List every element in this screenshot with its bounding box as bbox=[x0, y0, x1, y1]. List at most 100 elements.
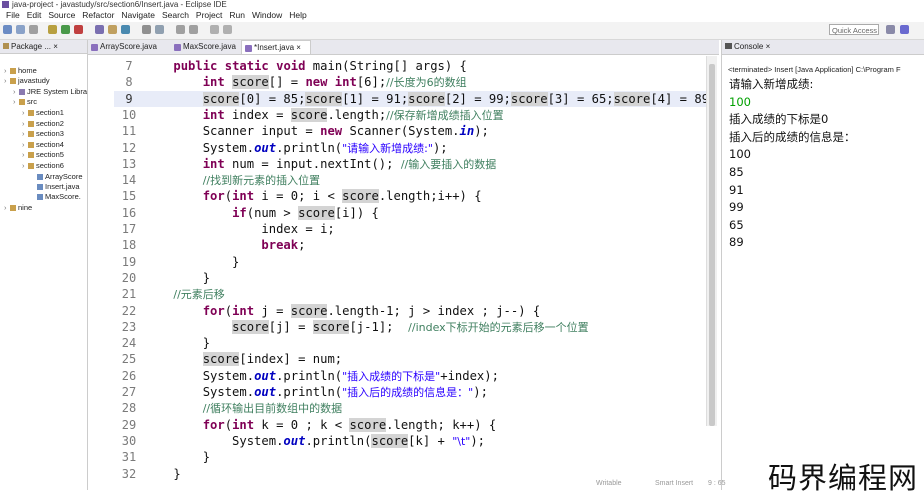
console-output-line: 插入成绩的下标是0 bbox=[729, 112, 829, 127]
quick-access-input[interactable]: Quick Access bbox=[829, 24, 879, 35]
code-line[interactable]: score[0] = 85;score[1] = 91;score[2] = 9… bbox=[144, 90, 712, 107]
tree-item[interactable]: › section4 bbox=[22, 140, 64, 150]
coverage-icon[interactable] bbox=[74, 25, 83, 34]
code-line[interactable]: } bbox=[144, 270, 210, 286]
tree-item[interactable]: › section2 bbox=[22, 119, 64, 129]
tree-item[interactable]: › section6 bbox=[22, 161, 64, 171]
tree-item-label: Insert.java bbox=[45, 182, 80, 191]
console-input-line: 100 bbox=[729, 94, 751, 109]
menu-run[interactable]: Run bbox=[229, 10, 245, 20]
code-line[interactable]: break; bbox=[144, 237, 305, 253]
cursor-position: 9 : 65 bbox=[708, 480, 726, 487]
tree-item[interactable]: › JRE System Libra bbox=[13, 87, 87, 97]
tree-item[interactable]: ArrayScore bbox=[31, 172, 83, 182]
line-number: 8 bbox=[125, 75, 133, 90]
code-line[interactable]: } bbox=[144, 466, 180, 482]
menu-help[interactable]: Help bbox=[289, 10, 306, 20]
code-area[interactable]: public static void main(String[] args) {… bbox=[144, 55, 712, 490]
menu-file[interactable]: File bbox=[6, 10, 20, 20]
code-line[interactable]: for(int k = 0 ; k < score.length; k++) { bbox=[144, 417, 496, 433]
code-line[interactable]: } bbox=[144, 254, 239, 270]
menu-refactor[interactable]: Refactor bbox=[82, 10, 114, 20]
tree-item[interactable]: › home bbox=[4, 66, 37, 76]
line-number: 14 bbox=[121, 173, 137, 188]
tree-item[interactable]: › section5 bbox=[22, 150, 64, 160]
menu-bar: File Edit Source Refactor Navigate Search Proj… bbox=[0, 9, 924, 22]
forward-icon[interactable] bbox=[223, 25, 232, 34]
code-line[interactable]: Scanner input = new Scanner(System.in); bbox=[144, 123, 489, 139]
code-line[interactable]: //找到新元素的插入位置 bbox=[144, 172, 320, 188]
tree-item[interactable]: › section1 bbox=[22, 108, 64, 118]
new-icon[interactable] bbox=[3, 25, 12, 34]
code-line[interactable]: if(num > score[i]) { bbox=[144, 205, 379, 221]
next-annotation-icon[interactable] bbox=[176, 25, 185, 34]
line-number: 10 bbox=[121, 107, 137, 122]
tree-item[interactable]: › src bbox=[13, 97, 37, 107]
line-number: 28 bbox=[121, 401, 137, 416]
console-output-line: 100 bbox=[729, 147, 751, 162]
line-number: 25 bbox=[121, 352, 137, 367]
close-icon[interactable]: × bbox=[766, 42, 771, 51]
save-icon[interactable] bbox=[16, 25, 25, 34]
editor-tab[interactable]: *Insert.java × bbox=[241, 40, 311, 54]
tree-item-label: section5 bbox=[36, 150, 64, 159]
project-icon bbox=[10, 78, 16, 85]
scrollbar-thumb[interactable] bbox=[709, 64, 715, 426]
editor-scrollbar[interactable] bbox=[706, 56, 717, 426]
code-line[interactable]: public static void main(String[] args) { bbox=[144, 58, 467, 74]
line-number: 24 bbox=[121, 336, 137, 351]
debug-icon[interactable] bbox=[48, 25, 57, 34]
code-line[interactable]: int score[] = new int[6];//长度为6的数组 bbox=[144, 74, 467, 90]
tree-item[interactable]: › nine bbox=[4, 203, 32, 213]
code-line[interactable]: System.out.println(score[k] + "\t"); bbox=[144, 433, 485, 449]
code-line[interactable]: index = i; bbox=[144, 221, 334, 237]
code-line[interactable]: int num = input.nextInt(); //输入要插入的数据 bbox=[144, 156, 497, 172]
package-explorer-icon bbox=[3, 43, 9, 49]
code-line[interactable]: System.out.println("请输入新增成绩:"); bbox=[144, 140, 448, 156]
editor-tab[interactable]: MaxScore.java bbox=[171, 40, 251, 54]
line-number: 20 bbox=[121, 270, 137, 285]
run-icon[interactable] bbox=[61, 25, 70, 34]
search-icon[interactable] bbox=[155, 25, 164, 34]
line-number: 13 bbox=[121, 156, 137, 171]
previous-annotation-icon[interactable] bbox=[189, 25, 198, 34]
code-line[interactable]: } bbox=[144, 335, 210, 351]
console-tab-label[interactable]: Console bbox=[734, 42, 763, 51]
code-line[interactable]: //元素后移 bbox=[144, 286, 224, 302]
code-line[interactable]: score[index] = num; bbox=[144, 351, 342, 367]
code-line[interactable]: System.out.println("插入后的成绩的信息是："); bbox=[144, 384, 488, 400]
code-line[interactable]: for(int i = 0; i < score.length;i++) { bbox=[144, 188, 482, 204]
code-line[interactable]: System.out.println("插入成绩的下标是"+index); bbox=[144, 368, 499, 384]
print-icon[interactable] bbox=[29, 25, 38, 34]
code-line[interactable]: score[j] = score[j-1]; //index下标开始的元素后移一… bbox=[144, 319, 589, 335]
tree-item[interactable]: › section3 bbox=[22, 129, 64, 139]
code-line[interactable]: //循环输出目前数组中的数据 bbox=[144, 400, 342, 416]
menu-window[interactable]: Window bbox=[252, 10, 282, 20]
open-perspective-icon[interactable] bbox=[886, 25, 895, 34]
new-class-icon[interactable] bbox=[121, 25, 130, 34]
console-output-line: 请输入新增成绩: bbox=[729, 77, 814, 91]
editor-tab[interactable]: ArrayScore.java bbox=[88, 40, 180, 54]
close-icon[interactable]: × bbox=[53, 42, 58, 51]
console-panel: Console × <terminated> Insert [Java Appl… bbox=[721, 40, 924, 490]
new-package-icon[interactable] bbox=[108, 25, 117, 34]
menu-navigate[interactable]: Navigate bbox=[121, 10, 155, 20]
menu-project[interactable]: Project bbox=[196, 10, 222, 20]
menu-source[interactable]: Source bbox=[48, 10, 75, 20]
console-output-line: 插入后的成绩的信息是： bbox=[729, 129, 856, 144]
tree-item[interactable]: Insert.java bbox=[31, 182, 80, 192]
tree-item[interactable]: › javastudy bbox=[4, 76, 50, 86]
tree-item[interactable]: MaxScore. bbox=[31, 192, 81, 202]
tree-item-label: MaxScore. bbox=[45, 192, 81, 201]
code-line[interactable]: for(int j = score.length-1; j > index ; … bbox=[144, 303, 540, 319]
open-type-icon[interactable] bbox=[142, 25, 151, 34]
menu-edit[interactable]: Edit bbox=[27, 10, 42, 20]
menu-search[interactable]: Search bbox=[162, 10, 189, 20]
code-line[interactable]: } bbox=[144, 449, 210, 465]
close-icon[interactable]: × bbox=[294, 43, 301, 52]
java-perspective-icon[interactable] bbox=[900, 25, 909, 34]
back-icon[interactable] bbox=[210, 25, 219, 34]
package-explorer-tab[interactable]: Package ... × bbox=[0, 40, 87, 54]
code-line[interactable]: int index = score.length;//保存新增成绩插入位置 bbox=[144, 107, 504, 123]
new-java-project-icon[interactable] bbox=[95, 25, 104, 34]
